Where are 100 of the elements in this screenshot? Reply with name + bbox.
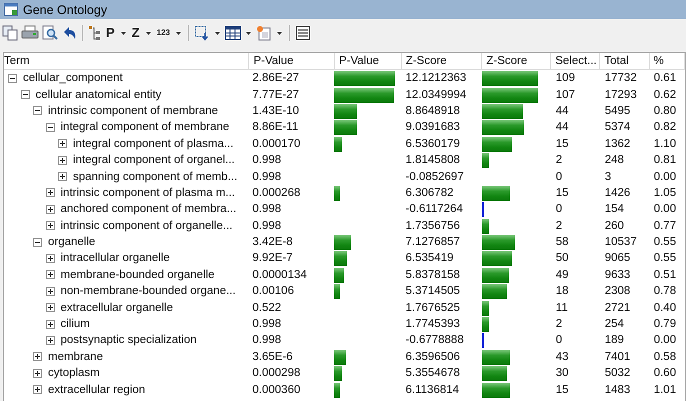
p-value-cell-text: 3.65E-6	[251, 350, 294, 365]
total-cell-text: 1483	[604, 382, 632, 398]
percent-cell-text: 1.01	[652, 382, 678, 398]
z-score-cell-text: 6.306782	[404, 186, 454, 201]
magnifier-icon[interactable]	[42, 25, 58, 41]
term-cell-text: intrinsic component of plasma m...	[60, 186, 235, 201]
total-cell-text: 17293	[604, 88, 638, 103]
p-value-cell-text: 0.998	[251, 170, 282, 185]
total-cell-text: 254	[604, 317, 625, 332]
column-header[interactable]: Total	[600, 53, 650, 69]
column-header[interactable]: Term	[4, 53, 250, 69]
term-cell-text: membrane-bounded organelle	[60, 268, 215, 283]
p-value-cell-text: 0.000170	[251, 136, 302, 152]
percent-cell-text: 0.79	[652, 317, 678, 332]
z-score-cell-text: 5.8378158	[404, 268, 461, 283]
expand-icon[interactable]	[33, 352, 42, 362]
dropdown-arrow-icon[interactable]	[214, 32, 220, 34]
z-score-cell-text: 1.7745393	[404, 317, 461, 332]
selected-count-cell-text: 50	[554, 251, 570, 266]
total-cell-text: 3	[604, 170, 612, 185]
total-cell-text: 154	[604, 202, 625, 218]
p-value-cell-text: 0.522	[251, 300, 282, 316]
expand-icon[interactable]	[46, 320, 54, 329]
collapse-icon[interactable]	[8, 74, 17, 83]
table-icon[interactable]	[224, 26, 241, 40]
selected-count-cell-text: 0	[554, 333, 564, 348]
collapse-icon[interactable]	[33, 106, 42, 116]
column-header[interactable]: P-Value	[334, 53, 402, 69]
p-value-cell-text: 8.86E-11	[251, 120, 300, 136]
copy-icon[interactable]	[2, 25, 18, 41]
percent-cell-text: 0.55	[652, 251, 678, 266]
total-cell-text: 5032	[604, 366, 632, 382]
expand-icon[interactable]	[33, 385, 42, 394]
percent-cell-text: 0.40	[652, 300, 678, 316]
selected-count-cell-text: 2	[554, 317, 564, 332]
column-header[interactable]: Z-Score	[482, 53, 552, 69]
z-score-cell-text: -0.6117264	[404, 202, 464, 218]
dropdown-arrow-icon[interactable]	[176, 32, 181, 34]
column-header[interactable]: P-Value	[249, 53, 335, 69]
dropdown-arrow-icon[interactable]	[120, 32, 126, 34]
expand-icon[interactable]	[46, 336, 54, 345]
term-cell-text: cilium	[60, 317, 90, 332]
total-cell-text: 1426	[604, 186, 632, 201]
term-cell-text: cytoplasm	[48, 366, 100, 382]
selected-count-cell-text: 2	[554, 153, 564, 168]
expand-icon[interactable]	[46, 254, 54, 263]
selected-count-cell-text: 0	[554, 170, 564, 185]
expand-icon[interactable]	[46, 286, 54, 296]
window-title: Gene Ontology	[23, 2, 108, 16]
expand-icon[interactable]	[46, 221, 54, 230]
term-cell-text: membrane	[48, 350, 103, 365]
expand-icon[interactable]	[58, 172, 67, 182]
selected-count-cell-text: 15	[554, 186, 570, 201]
z-score-cell-text: 6.1136814	[404, 382, 460, 398]
z-score-cell-text: -0.0852697	[404, 170, 465, 185]
tree-icon[interactable]	[88, 25, 102, 41]
percent-cell-text: 0.62	[652, 88, 678, 103]
dropdown-arrow-icon[interactable]	[276, 32, 282, 34]
expand-icon[interactable]	[46, 303, 54, 312]
toolbar-button[interactable]: P	[105, 25, 116, 41]
z-score-cell-text: 1.8145808	[404, 153, 461, 168]
selected-count-cell-text: 2	[554, 218, 564, 234]
p-value-cell-text: 0.998	[251, 317, 282, 332]
expand-icon[interactable]	[46, 188, 54, 198]
percent-cell-text: 0.00	[652, 202, 678, 218]
p-value-cell-text: 0.998	[251, 333, 282, 348]
term-cell-text: postsynaptic specialization	[60, 333, 197, 348]
expand-icon[interactable]	[46, 204, 54, 214]
dropdown-arrow-icon[interactable]	[146, 32, 151, 34]
expand-icon[interactable]	[46, 270, 54, 280]
printer-icon[interactable]	[21, 25, 39, 41]
z-score-cell-text: 5.3714505	[404, 284, 461, 300]
total-cell-text: 1362	[604, 136, 632, 152]
selected-count-cell-text: 44	[554, 104, 570, 119]
selected-count-cell-text: 18	[554, 284, 570, 300]
collapse-icon[interactable]	[33, 238, 42, 247]
term-cell-text: intracellular organelle	[60, 251, 170, 266]
expand-icon[interactable]	[58, 139, 67, 148]
list-icon[interactable]	[294, 25, 311, 41]
expand-icon[interactable]	[58, 156, 67, 165]
p-value-cell-text: 7.77E-27	[251, 88, 300, 103]
z-score-cell-text: 1.7676525	[404, 300, 461, 316]
term-cell-text: extracellular region	[48, 382, 146, 398]
selection-icon[interactable]	[194, 25, 210, 41]
column-header[interactable]: Z-Score	[402, 53, 482, 69]
new-document-icon[interactable]	[256, 25, 272, 41]
collapse-icon[interactable]	[46, 122, 54, 132]
term-cell-text: integral component of plasma...	[73, 136, 234, 152]
term-cell-text: non-membrane-bounded organe...	[60, 284, 236, 300]
p-value-cell-text: 9.92E-7	[251, 251, 294, 266]
toolbar-button[interactable]: 123	[156, 27, 171, 39]
column-header[interactable]: %	[650, 53, 685, 69]
column-header[interactable]: Select...	[551, 53, 600, 69]
collapse-icon[interactable]	[20, 90, 30, 100]
p-value-cell-text: 2.86E-27	[251, 71, 300, 86]
dropdown-arrow-icon[interactable]	[246, 32, 251, 34]
expand-icon[interactable]	[33, 368, 42, 378]
selected-count-cell-text: 11	[554, 300, 569, 316]
toolbar-button[interactable]: Z	[130, 25, 141, 41]
p-value-cell-text: 0.00106	[251, 284, 295, 300]
